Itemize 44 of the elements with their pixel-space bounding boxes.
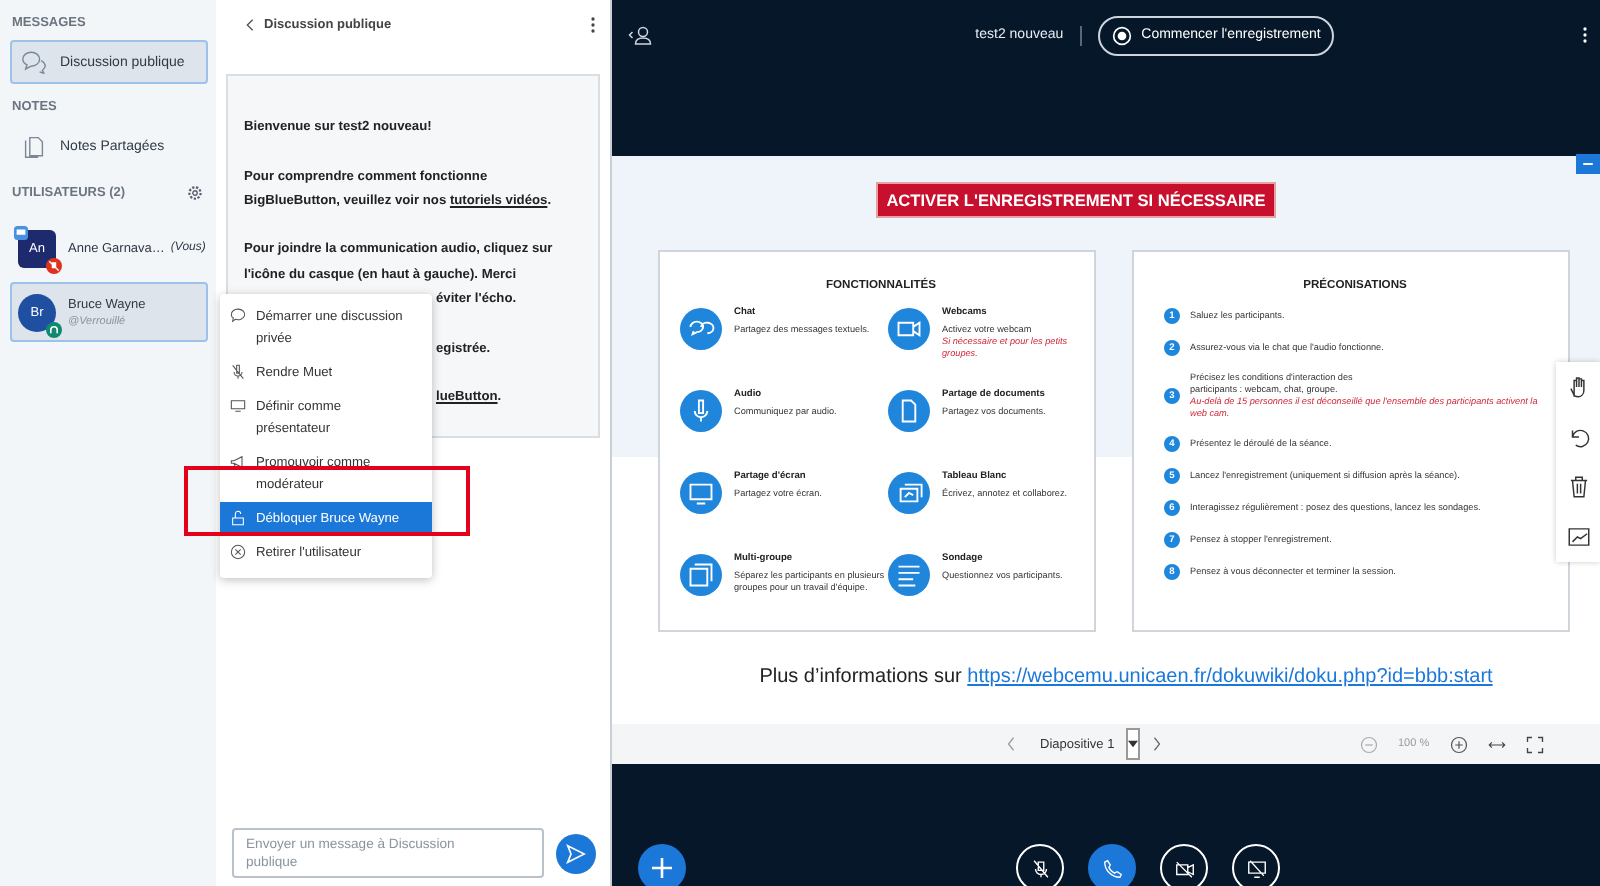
settings-icon[interactable] bbox=[186, 184, 204, 202]
camera-icon bbox=[888, 308, 930, 350]
more-options-icon[interactable] bbox=[1582, 26, 1588, 44]
chart-icon[interactable] bbox=[1565, 524, 1591, 550]
monitor-icon bbox=[230, 397, 246, 413]
more-options-icon[interactable] bbox=[590, 15, 596, 33]
phone-icon bbox=[1101, 857, 1123, 879]
zoom-in-icon[interactable] bbox=[1449, 735, 1468, 753]
record-icon bbox=[1111, 25, 1132, 45]
document-icon bbox=[888, 390, 930, 432]
screen-share-icon bbox=[1245, 857, 1267, 879]
info-text: Plus d’informations sur https://webcemu.unicaen.fr/dokuwiki/doku.php?id=bbb:start bbox=[757, 666, 1493, 688]
chat-icon bbox=[230, 307, 246, 323]
slide-dropdown[interactable] bbox=[1126, 728, 1141, 760]
microphone-icon bbox=[230, 363, 246, 379]
unlock-icon bbox=[230, 509, 246, 525]
chat-icon bbox=[20, 50, 48, 74]
next-slide-icon[interactable] bbox=[1152, 736, 1163, 752]
plus-icon bbox=[650, 856, 674, 880]
minimize-button[interactable] bbox=[1576, 154, 1600, 174]
add-button[interactable] bbox=[638, 844, 686, 886]
chat-icon bbox=[680, 308, 722, 350]
whiteboard-icon bbox=[888, 472, 930, 514]
slide-banner: ACTIVER L'ENREGISTREMENT SI NÉCESSAIRE bbox=[876, 182, 1276, 218]
hand-icon[interactable] bbox=[1565, 374, 1591, 400]
call-control[interactable] bbox=[1088, 844, 1136, 886]
camera-off-icon bbox=[1173, 857, 1195, 879]
presenter-icon bbox=[14, 225, 28, 239]
send-icon bbox=[566, 843, 586, 863]
windows-icon bbox=[680, 554, 722, 596]
caret-icon bbox=[1128, 740, 1139, 748]
microphone-icon bbox=[680, 390, 722, 432]
send-button[interactable] bbox=[556, 833, 596, 873]
fullscreen-icon[interactable] bbox=[1525, 735, 1544, 753]
user-list-icon[interactable] bbox=[628, 24, 652, 46]
trash-icon[interactable] bbox=[1565, 474, 1591, 500]
monitor-icon bbox=[680, 472, 722, 514]
megaphone-icon bbox=[230, 453, 246, 469]
back-icon[interactable] bbox=[246, 17, 254, 31]
info-link[interactable]: https://webcemu.unicaen.fr/dokuwiki/doku.php?id=bbb:start bbox=[967, 666, 1493, 688]
list-icon bbox=[888, 554, 930, 596]
document-icon bbox=[20, 134, 48, 158]
close-icon bbox=[230, 543, 246, 559]
microphone-off-icon bbox=[1029, 857, 1051, 879]
